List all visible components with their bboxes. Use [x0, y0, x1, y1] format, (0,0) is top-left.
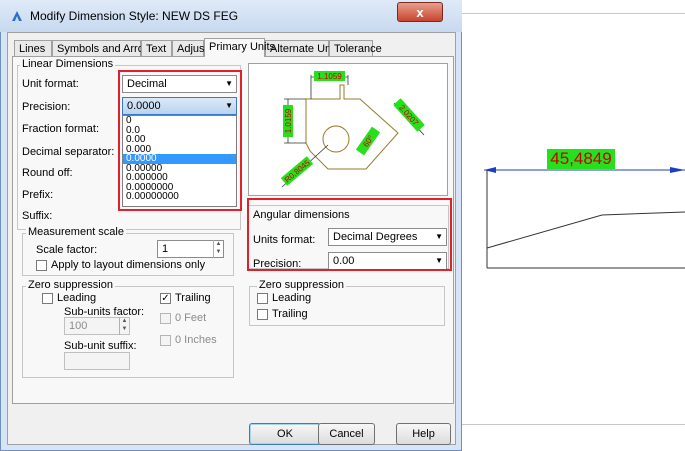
- scale-factor-spinner[interactable]: ▲ ▼: [213, 240, 223, 258]
- ok-button[interactable]: OK: [249, 423, 321, 445]
- angular-leading-label: Leading: [272, 292, 312, 304]
- scale-factor-label: Scale factor:: [36, 244, 98, 256]
- unit-format-label: Unit format:: [22, 78, 79, 90]
- subunits-factor-value: 100: [69, 320, 88, 332]
- trailing-checkbox[interactable]: ✓: [160, 293, 171, 304]
- decimal-separator-label: Decimal separator:: [22, 146, 115, 158]
- dimension-text[interactable]: 45,4849: [547, 149, 615, 169]
- prefix-label: Prefix:: [22, 189, 54, 201]
- app-icon: [12, 11, 22, 21]
- linear-dimensions-title: Linear Dimensions: [20, 58, 116, 70]
- apply-layout-checkbox[interactable]: [36, 260, 47, 271]
- trailing-label: Trailing: [175, 292, 211, 304]
- preview-dim-bottom: R0.8045: [283, 158, 312, 185]
- scale-factor-value: 1: [162, 243, 169, 255]
- tab-adjust[interactable]: Adjust: [172, 40, 208, 56]
- fraction-format-label: Fraction format:: [22, 123, 100, 135]
- angular-leading-checkbox[interactable]: [257, 293, 268, 304]
- drawing-geometry: [484, 167, 685, 269]
- zero-suppression-linear-title: Zero suppression: [26, 279, 115, 291]
- subunits-factor-spinner[interactable]: ▲ ▼: [119, 317, 129, 335]
- preview-dim-left: 1.0159: [284, 108, 293, 133]
- preview-drawing: 1.1059 1.0159 2.0207 60° R0.8045: [280, 71, 425, 188]
- tab-lines[interactable]: Lines: [14, 40, 52, 56]
- leading-checkbox[interactable]: [42, 293, 53, 304]
- round-off-label: Round off:: [22, 167, 73, 179]
- apply-layout-label: Apply to layout dimensions only: [51, 259, 206, 271]
- angular-trailing-checkbox[interactable]: [257, 309, 268, 320]
- preview-dim-right: 2.0207: [397, 103, 420, 128]
- highlight-box-angular: [247, 198, 452, 271]
- tab-symbols-and-arrows[interactable]: Symbols and Arrows: [52, 40, 157, 56]
- zero-inches-checkbox[interactable]: [160, 335, 171, 346]
- subunit-suffix-label: Sub-unit suffix:: [64, 340, 137, 352]
- zero-feet-label: 0 Feet: [175, 312, 207, 324]
- leading-label: Leading: [57, 292, 97, 304]
- zero-suppression-angular-title: Zero suppression: [257, 279, 346, 291]
- angular-trailing-label: Trailing: [272, 308, 308, 320]
- close-button[interactable]: x: [397, 2, 443, 22]
- cancel-button[interactable]: Cancel: [318, 423, 375, 445]
- zero-inches-label: 0 Inches: [175, 334, 217, 346]
- window-title: Modify Dimension Style: NEW DS FEG: [30, 9, 239, 23]
- suffix-label: Suffix:: [22, 210, 53, 222]
- precision-label: Precision:: [22, 101, 71, 113]
- preview-dim-top: 1.1059: [317, 72, 342, 81]
- zero-feet-checkbox[interactable]: [160, 313, 171, 324]
- tab-text[interactable]: Text: [141, 40, 172, 56]
- subunit-suffix-input[interactable]: [64, 352, 130, 370]
- checkmark-icon: ✓: [161, 293, 170, 304]
- help-button[interactable]: Help: [396, 423, 451, 445]
- tab-primary-units[interactable]: Primary Units: [204, 38, 275, 57]
- tab-tolerance[interactable]: Tolerance: [329, 40, 382, 56]
- highlight-box-linear: [118, 70, 242, 211]
- measurement-scale-title: Measurement scale: [26, 226, 126, 238]
